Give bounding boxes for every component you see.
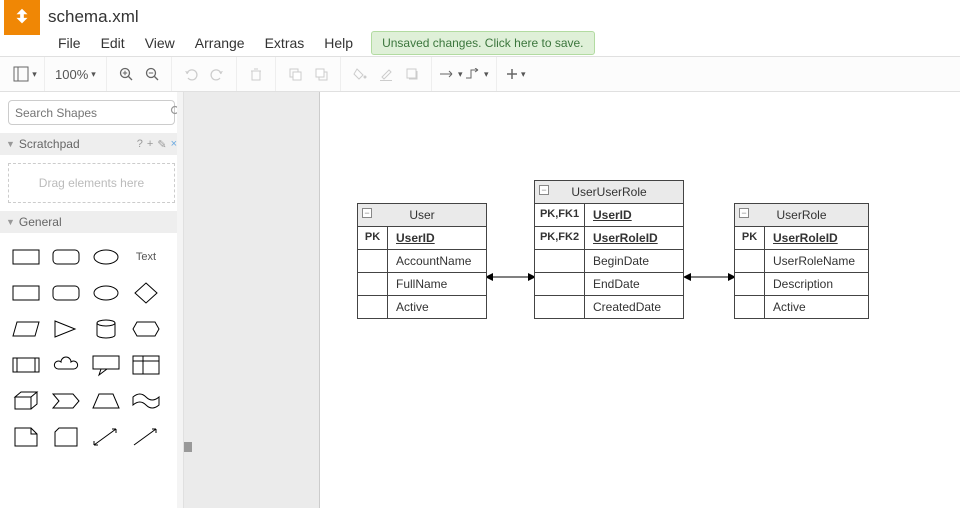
connection-icon[interactable]: ▾ xyxy=(438,61,464,87)
shape-card[interactable] xyxy=(46,419,86,455)
menu-file[interactable]: File xyxy=(48,33,91,53)
scratchpad-edit-icon[interactable]: ✎ xyxy=(157,138,166,151)
menubar: File Edit View Arrange Extras Help Unsav… xyxy=(0,30,960,56)
shape-diamond[interactable] xyxy=(126,275,166,311)
collapse-icon[interactable]: − xyxy=(739,208,749,218)
shape-callout[interactable] xyxy=(86,347,126,383)
waypoint-icon[interactable]: ▾ xyxy=(464,61,490,87)
to-back-icon[interactable] xyxy=(308,61,334,87)
scratchpad-add-icon[interactable]: + xyxy=(147,138,153,150)
shape-note[interactable] xyxy=(6,419,46,455)
layout-icon[interactable]: ▾ xyxy=(12,61,38,87)
unsaved-changes-banner[interactable]: Unsaved changes. Click here to save. xyxy=(371,31,594,55)
shadow-icon[interactable] xyxy=(399,61,425,87)
entity-user[interactable]: −User PKUserID AccountName FullName Acti… xyxy=(357,203,487,319)
collapse-icon[interactable]: − xyxy=(362,208,372,218)
undo-icon[interactable] xyxy=(178,61,204,87)
entity-title: UserRole xyxy=(776,208,826,222)
shape-trapezoid[interactable] xyxy=(86,383,126,419)
shape-hexagon[interactable] xyxy=(126,311,166,347)
document-title: schema.xml xyxy=(48,3,139,27)
toolbar: ▾ 100%▾ ▾ ▾ ▾ xyxy=(0,56,960,92)
shape-cloud[interactable] xyxy=(46,347,86,383)
zoom-in-icon[interactable] xyxy=(113,61,139,87)
entity-userrole[interactable]: −UserRole PKUserRoleID UserRoleName Desc… xyxy=(734,203,869,319)
shape-arrow[interactable] xyxy=(126,419,166,455)
shape-text[interactable]: Text xyxy=(126,239,166,275)
scratchpad-help-icon[interactable]: ? xyxy=(137,138,143,150)
shape-roundrect2[interactable] xyxy=(46,275,86,311)
entity-useruserrole[interactable]: −UserUserRole PK,FK1UserID PK,FK2UserRol… xyxy=(534,180,684,319)
fill-icon[interactable] xyxy=(347,61,373,87)
entity-title: UserUserRole xyxy=(571,185,646,199)
shape-table[interactable] xyxy=(126,347,166,383)
search-shapes-input[interactable] xyxy=(8,100,175,125)
redo-icon[interactable] xyxy=(204,61,230,87)
shape-cylinder[interactable] xyxy=(86,311,126,347)
shape-parallelogram[interactable] xyxy=(6,311,46,347)
menu-edit[interactable]: Edit xyxy=(91,33,135,53)
add-icon[interactable]: ▾ xyxy=(503,61,529,87)
scratchpad-dropzone[interactable]: Drag elements here xyxy=(8,163,175,203)
menu-arrange[interactable]: Arrange xyxy=(185,33,255,53)
collapse-icon[interactable]: − xyxy=(539,185,549,195)
zoom-select[interactable]: 100%▾ xyxy=(51,67,100,82)
shape-rect2[interactable] xyxy=(6,275,46,311)
shape-tape[interactable] xyxy=(126,383,166,419)
shape-arrow-bi[interactable] xyxy=(86,419,126,455)
shape-roundrect[interactable] xyxy=(46,239,86,275)
sidebar: ▼Scratchpad ? + ✎ × Drag elements here ▼… xyxy=(0,92,184,508)
shape-palette: Text xyxy=(0,233,183,461)
line-color-icon[interactable] xyxy=(373,61,399,87)
shape-triangle[interactable] xyxy=(46,311,86,347)
to-front-icon[interactable] xyxy=(282,61,308,87)
entity-title: User xyxy=(409,208,434,222)
shape-step[interactable] xyxy=(46,383,86,419)
general-header[interactable]: ▼General xyxy=(0,211,183,233)
shape-process[interactable] xyxy=(6,347,46,383)
zoom-out-icon[interactable] xyxy=(139,61,165,87)
menu-extras[interactable]: Extras xyxy=(255,33,315,53)
menu-help[interactable]: Help xyxy=(314,33,363,53)
shape-cube[interactable] xyxy=(6,383,46,419)
shape-ellipse[interactable] xyxy=(86,239,126,275)
shape-rect[interactable] xyxy=(6,239,46,275)
canvas[interactable]: −User PKUserID AccountName FullName Acti… xyxy=(184,92,960,508)
delete-icon[interactable] xyxy=(243,61,269,87)
shape-ellipse2[interactable] xyxy=(86,275,126,311)
sidebar-resizer[interactable] xyxy=(184,442,192,452)
app-logo[interactable] xyxy=(4,0,40,35)
menu-view[interactable]: View xyxy=(135,33,185,53)
scratchpad-header[interactable]: ▼Scratchpad ? + ✎ × xyxy=(0,133,183,155)
